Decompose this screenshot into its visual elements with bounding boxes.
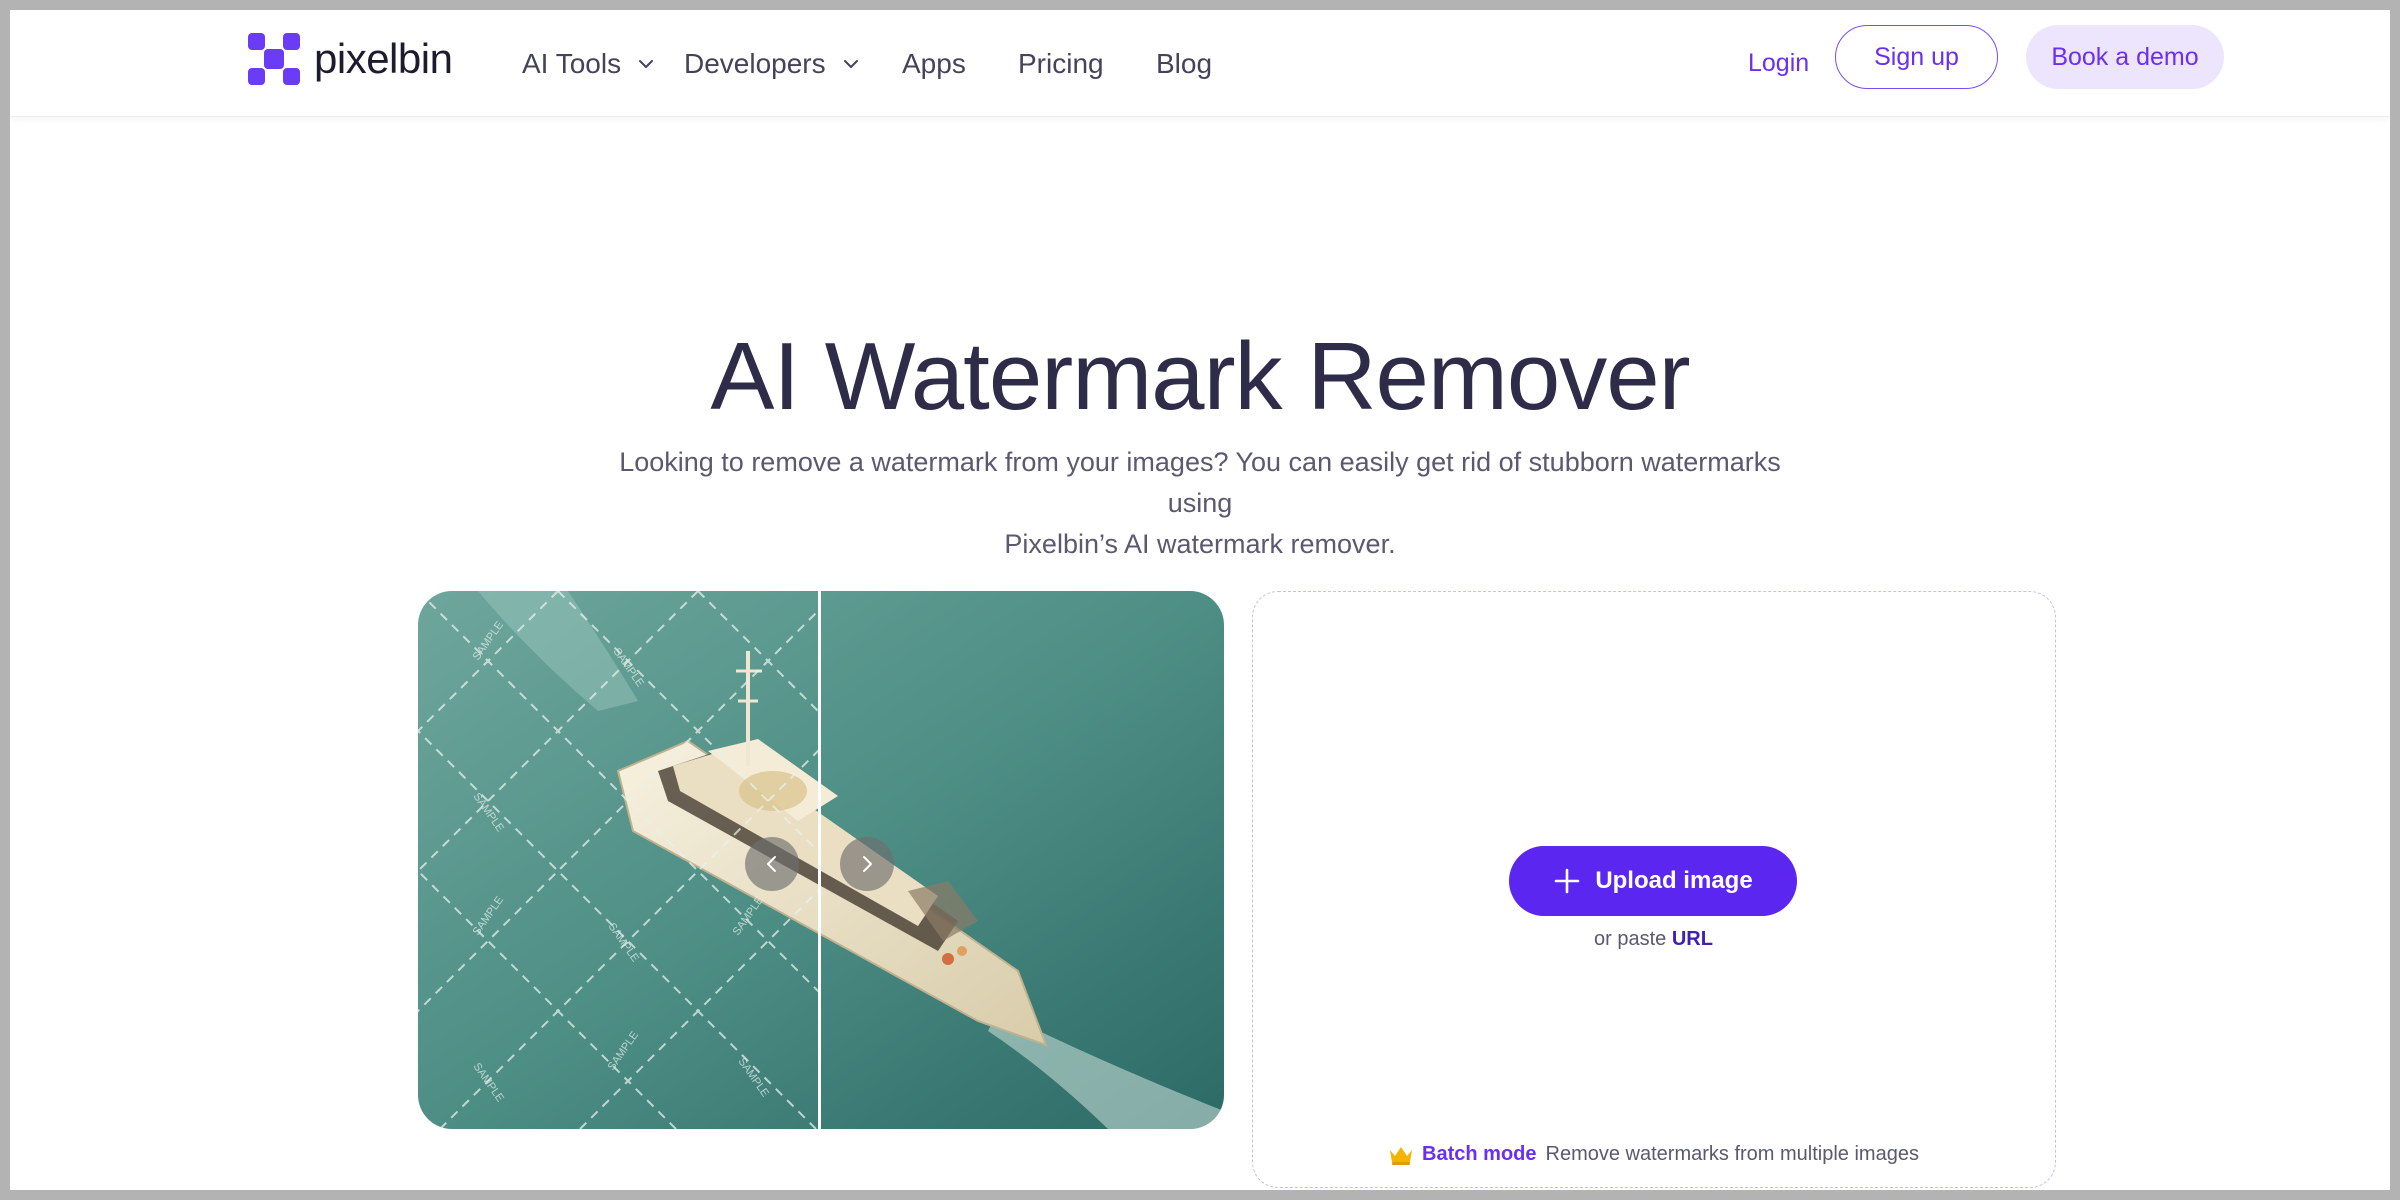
comparison-slider-handle[interactable]	[818, 591, 821, 1129]
paste-prefix: or paste	[1594, 928, 1667, 950]
subtitle-line-1: Looking to remove a watermark from your …	[619, 447, 1781, 518]
yacht-image: SAMPLE SAMPLE SAMPLE SAMPLE SAMPLE SAMPL…	[418, 591, 1224, 1129]
nav-item-label: Developers	[684, 48, 826, 79]
login-link[interactable]: Login	[1748, 49, 1809, 78]
nav-item-label: AI Tools	[522, 48, 622, 79]
nav-item-label: Apps	[902, 48, 966, 79]
page: pixelbin AI Tools Developers Apps Pricin…	[10, 10, 2390, 1190]
batch-mode-row: Batch mode Remove watermarks from multip…	[1253, 1143, 2054, 1166]
nav-item-apps[interactable]: Apps	[902, 48, 966, 80]
upload-image-label: Upload image	[1595, 867, 1753, 894]
book-demo-button[interactable]: Book a demo	[2026, 25, 2224, 89]
logo[interactable]: pixelbin	[248, 32, 453, 86]
slide-left-button[interactable]	[745, 837, 799, 891]
before-after-comparison[interactable]: SAMPLE SAMPLE SAMPLE SAMPLE SAMPLE SAMPL…	[418, 591, 1224, 1129]
nav-item-blog[interactable]: Blog	[1156, 48, 1212, 80]
crown-icon	[1390, 1146, 1413, 1165]
signup-button[interactable]: Sign up	[1835, 25, 1998, 89]
paste-url-link[interactable]: URL	[1672, 928, 1713, 950]
top-navbar: pixelbin AI Tools Developers Apps Pricin…	[10, 10, 2390, 117]
page-title: AI Watermark Remover	[710, 323, 1690, 430]
nav-item-developers[interactable]: Developers	[684, 48, 860, 80]
nav-item-label: Blog	[1156, 48, 1213, 79]
upload-image-button[interactable]: Upload image	[1509, 846, 1797, 916]
nav-item-ai-tools[interactable]: AI Tools	[522, 48, 655, 80]
chevron-down-icon	[639, 60, 654, 68]
nav-item-label: Pricing	[1018, 48, 1104, 79]
chevron-down-icon	[843, 60, 858, 68]
upload-dropzone[interactable]: Upload image or paste URL Batch mode Rem…	[1252, 591, 2056, 1188]
logo-text: pixelbin	[314, 35, 453, 82]
batch-mode-link[interactable]: Batch mode	[1422, 1143, 1536, 1166]
plus-icon	[1555, 868, 1580, 894]
book-demo-button-label: Book a demo	[2051, 42, 2199, 71]
chevron-right-icon	[863, 856, 872, 872]
nav-item-pricing[interactable]: Pricing	[1018, 48, 1104, 80]
signup-button-label: Sign up	[1874, 42, 1959, 71]
subtitle-line-2: Pixelbin’s AI watermark remover.	[1004, 529, 1396, 559]
pixelbin-logo-icon	[248, 33, 300, 85]
slide-right-button[interactable]	[840, 837, 894, 891]
page-subtitle: Looking to remove a watermark from your …	[610, 442, 1790, 565]
paste-url-hint: or paste URL	[1253, 928, 2054, 951]
chevron-left-icon	[767, 856, 776, 872]
batch-mode-description: Remove watermarks from multiple images	[1545, 1143, 1919, 1165]
